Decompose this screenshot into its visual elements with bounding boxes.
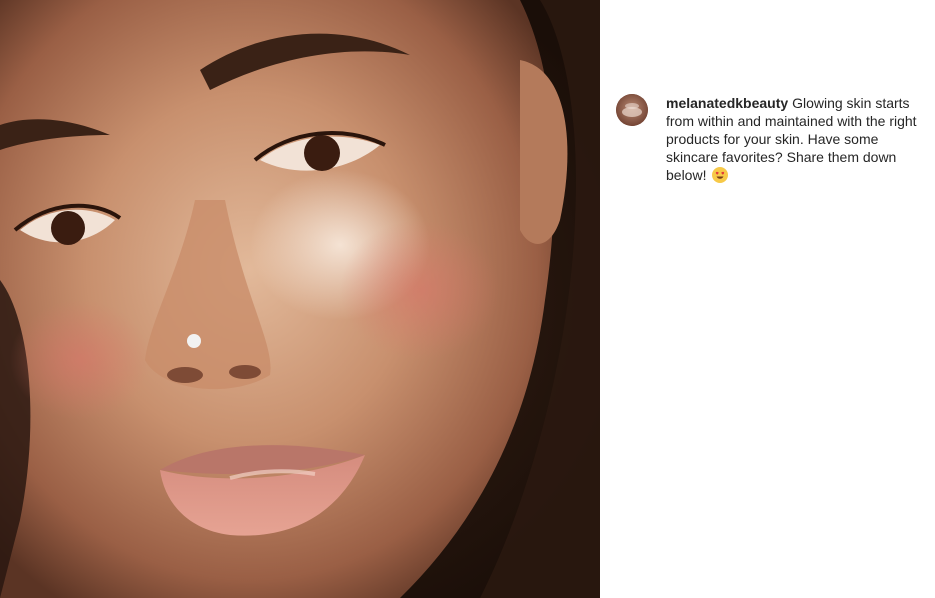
instagram-post: melanatedkbeauty Glowing skin starts fro… <box>0 0 935 598</box>
avatar-image <box>616 94 648 126</box>
portrait-photo <box>0 0 600 598</box>
post-sidebar: melanatedkbeauty Glowing skin starts fro… <box>600 0 935 598</box>
post-image[interactable] <box>0 0 600 598</box>
heart-eyes-emoji-icon <box>712 167 729 183</box>
caption-row: melanatedkbeauty Glowing skin starts fro… <box>616 94 921 184</box>
post-caption: melanatedkbeauty Glowing skin starts fro… <box>666 94 921 184</box>
profile-avatar-icon[interactable] <box>616 94 648 126</box>
caption-username-link[interactable]: melanatedkbeauty <box>666 95 788 111</box>
